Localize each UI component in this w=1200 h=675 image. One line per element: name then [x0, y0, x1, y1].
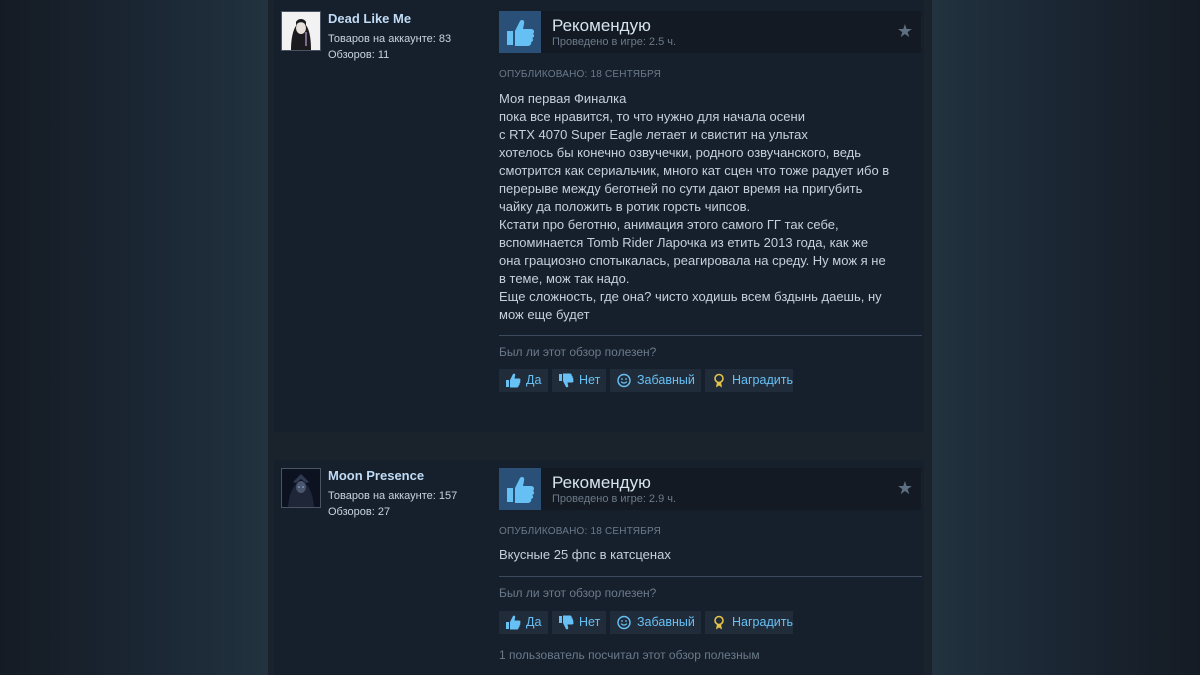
review-text-line: смотрится как сериальчик, много кат сцен…	[499, 163, 890, 178]
award-icon	[714, 615, 724, 630]
thumbs-up-icon	[506, 615, 521, 630]
review-text-line: чайку да положить в ротик горсть чипсов.	[499, 199, 751, 214]
divider	[499, 576, 922, 577]
divider	[499, 335, 922, 336]
vote-header: Рекомендую Проведено в игре: 2.5 ч. ★	[499, 11, 921, 53]
star-icon[interactable]: ★	[897, 479, 913, 497]
reviews-count[interactable]: Обзоров: 11	[328, 49, 389, 61]
award-label: Наградить	[732, 615, 793, 629]
vote-no-button[interactable]: Нет	[552, 611, 606, 634]
review-text-line: Кстати про беготню, анимация этого самог…	[499, 217, 839, 232]
smiley-icon	[617, 615, 631, 630]
background-right	[932, 0, 1200, 675]
hours-played: Проведено в игре: 2.5 ч.	[552, 36, 677, 48]
verdict-title[interactable]: Рекомендую	[552, 473, 651, 493]
thumbs-up-icon	[506, 373, 521, 388]
helpful-question: Был ли этот обзор полезен?	[499, 345, 657, 359]
review-card: Moon Presence Товаров на аккаунте: 157 О…	[274, 460, 924, 675]
helpful-question: Был ли этот обзор полезен?	[499, 586, 657, 600]
thumbs-down-icon	[559, 615, 574, 630]
review-text-line: в теме, мож так надо.	[499, 271, 630, 286]
review-text-line: хотелось бы конечно озвучечки, родного о…	[499, 145, 862, 160]
avatar[interactable]	[281, 11, 321, 51]
award-icon	[714, 373, 724, 388]
background-left	[0, 0, 268, 675]
username[interactable]: Moon Presence	[328, 468, 424, 483]
hours-played: Проведено в игре: 2.9 ч.	[552, 493, 677, 505]
vote-funny-button[interactable]: Забавный	[610, 369, 701, 392]
verdict-title[interactable]: Рекомендую	[552, 16, 651, 36]
vote-yes-button[interactable]: Да	[499, 369, 548, 392]
vote-funny-label: Забавный	[637, 373, 695, 387]
products-count[interactable]: Товаров на аккаунте: 83	[328, 33, 451, 45]
avatar[interactable]	[281, 468, 321, 508]
vote-no-label: Нет	[579, 615, 601, 629]
review-text-line: мож еще будет	[499, 307, 590, 322]
smiley-icon	[617, 373, 631, 388]
vote-header: Рекомендую Проведено в игре: 2.9 ч. ★	[499, 468, 921, 510]
thumbs-up-icon	[499, 11, 541, 53]
vote-funny-button[interactable]: Забавный	[610, 611, 701, 634]
award-button[interactable]: Наградить	[705, 369, 793, 392]
username[interactable]: Dead Like Me	[328, 11, 411, 26]
review-text-line: с RTX 4070 Super Eagle летает и свистит …	[499, 127, 808, 142]
review-body: Моя первая Финалка пока все нравится, то…	[499, 90, 919, 324]
review-text-line: вспоминается Tomb Rider Ларочка из етить…	[499, 235, 869, 250]
reviews-count[interactable]: Обзоров: 27	[328, 506, 390, 518]
thumbs-down-icon	[559, 373, 574, 388]
review-body: Вкусные 25 фпс в катсценах	[499, 546, 919, 564]
review-text-line: перерыве между беготней по сути дают вре…	[499, 181, 863, 196]
review-text-line: пока все нравится, то что нужно для нача…	[499, 109, 805, 124]
star-icon[interactable]: ★	[897, 22, 913, 40]
vote-yes-button[interactable]: Да	[499, 611, 548, 634]
vote-no-button[interactable]: Нет	[552, 369, 606, 392]
posted-date: Опубликовано: 18 сентября	[499, 526, 662, 537]
posted-date: Опубликовано: 18 сентября	[499, 69, 662, 80]
vote-funny-label: Забавный	[637, 615, 695, 629]
review-text-line: она грациозно спотыкалась, реагировала н…	[499, 253, 886, 268]
review-card: Dead Like Me Товаров на аккаунте: 83 Обз…	[274, 0, 924, 432]
review-text-line: Еще сложность, где она? чисто ходишь все…	[499, 289, 882, 304]
review-text-line: Вкусные 25 фпс в катсценах	[499, 547, 671, 562]
vote-yes-label: Да	[526, 373, 542, 387]
award-label: Наградить	[732, 373, 793, 387]
vote-yes-label: Да	[526, 615, 542, 629]
award-button[interactable]: Наградить	[705, 611, 793, 634]
products-count[interactable]: Товаров на аккаунте: 157	[328, 490, 457, 502]
thumbs-up-icon	[499, 468, 541, 510]
vote-no-label: Нет	[579, 373, 601, 387]
helpful-count: 1 пользователь посчитал этот обзор полез…	[499, 648, 760, 662]
review-text-line: Моя первая Финалка	[499, 91, 627, 106]
